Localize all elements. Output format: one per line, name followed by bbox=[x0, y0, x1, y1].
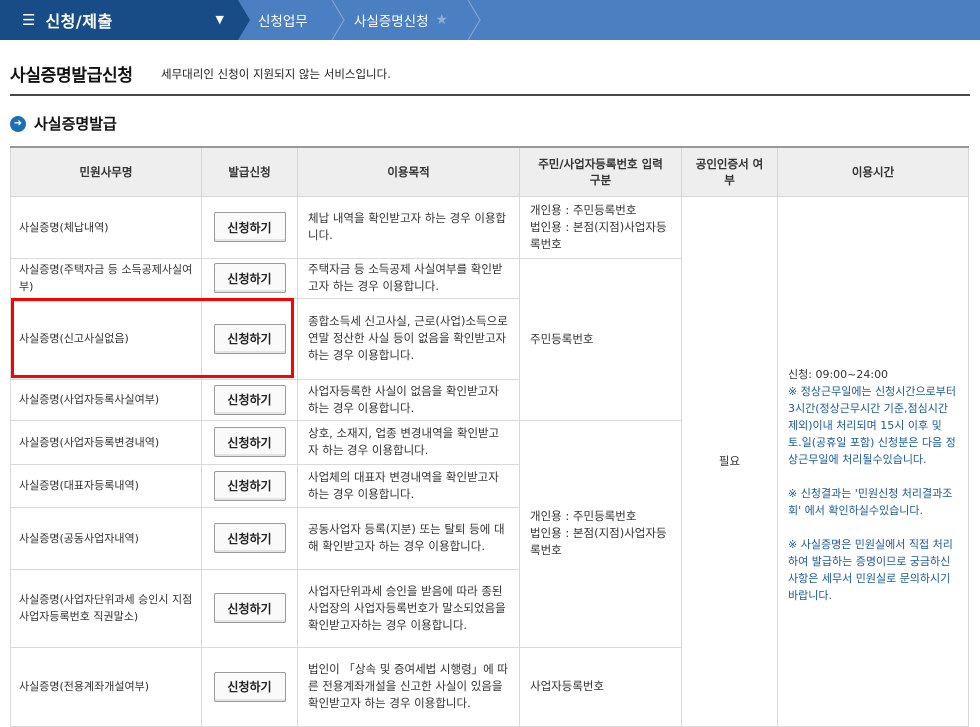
usage-hours: 신청: 09:00~24:00 bbox=[788, 368, 889, 381]
usage-time-cell: 신청: 09:00~24:00 ※ 정상근무일에는 신청시간으로부터 3시간(정… bbox=[777, 195, 969, 727]
service-name-link[interactable]: 사실증명(공동사업자내역) bbox=[10, 506, 202, 570]
column-header-apply: 발급신청 bbox=[201, 146, 298, 197]
service-name-link[interactable]: 사실증명(주택자금 등 소득공제사실여부) bbox=[10, 257, 202, 299]
title-divider bbox=[10, 94, 970, 96]
id-type-text: 주민등록번호 bbox=[519, 257, 682, 421]
apply-button[interactable]: 신청하기 bbox=[213, 470, 286, 501]
certificate-table: 민원사무명 발급신청 이용목적 주민/사업자등록번호 입력구분 공인인증서 여부… bbox=[10, 146, 969, 727]
column-header-purpose: 이용목적 bbox=[297, 146, 520, 197]
column-header-time: 이용시간 bbox=[777, 146, 969, 197]
hamburger-icon: ☰ bbox=[22, 11, 36, 29]
apply-button[interactable]: 신청하기 bbox=[213, 523, 286, 553]
purpose-text: 체납 내역을 확인받고자 하는 경우 이용합니다. bbox=[297, 195, 520, 259]
breadcrumb-label: 신청업무 bbox=[258, 14, 308, 30]
table-row: 사실증명(체납내역) 신청하기 체납 내역을 확인받고자 하는 경우 이용합니다… bbox=[10, 195, 969, 727]
top-navigation-bar: ☰ 신청/제출 ▼ 신청업무 사실증명신청 ★ bbox=[0, 0, 980, 40]
usage-note-processing: ※ 정상근무일에는 신청시간으로부터 3시간(정상근무시간 기준,점심시간 제외… bbox=[788, 385, 957, 466]
arrow-circle-icon: ➜ bbox=[10, 115, 26, 132]
purpose-text: 공동사업자 등록(지분) 또는 탈퇴 등에 대해 확인받고자 하는 경우 이용합… bbox=[297, 506, 520, 570]
usage-note-inquiry: ※ 사실증명은 민원실에서 직접 처리하여 발급하는 증명이므로 궁금하신 사항… bbox=[788, 538, 953, 602]
page-title: 사실증명발급신청 bbox=[10, 66, 133, 86]
breadcrumb-label: 사실증명신청 bbox=[354, 14, 429, 30]
certificate-required-text: 필요 bbox=[681, 195, 778, 727]
id-type-text: 개인용 : 주민등록번호 법인용 : 본점(지점)사업자등록번호 bbox=[519, 419, 682, 648]
purpose-text: 법인이 「상속 및 증여세법 시행령」에 따른 전용계좌개설을 신고한 사실이 … bbox=[297, 646, 520, 727]
chevron-down-icon: ▼ bbox=[215, 13, 224, 26]
column-header-name: 민원사무명 bbox=[10, 146, 202, 197]
apply-button[interactable]: 신청하기 bbox=[213, 427, 286, 457]
purpose-text: 종합소득세 신고사실, 근로(사업)소득으로 연말 정산한 사실 등이 없음을 … bbox=[297, 297, 520, 380]
column-header-id-type: 주민/사업자등록번호 입력구분 bbox=[519, 146, 682, 197]
breadcrumb-separator-icon bbox=[466, 0, 488, 40]
purpose-text: 상호, 소재지, 업종 변경내역을 확인받고자 하는 경우 이용합니다. bbox=[297, 419, 520, 465]
breadcrumb-item-apply-task[interactable]: 신청업무 bbox=[258, 0, 308, 40]
service-name-link[interactable]: 사실증명(대표자등록내역) bbox=[10, 463, 202, 508]
purpose-text: 사업자단위과세 승인을 받음에 따라 종된 사업장의 사업자등록번호가 말소되었… bbox=[297, 568, 520, 648]
purpose-text: 주택자금 등 소득공제 사실여부를 확인받고자 하는 경우 이용합니다. bbox=[297, 257, 520, 299]
service-name-link[interactable]: 사실증명(사업자등록사실여부) bbox=[10, 378, 202, 421]
apply-button[interactable]: 신청하기 bbox=[213, 384, 286, 415]
breadcrumb-item-fact-certificate[interactable]: 사실증명신청 ★ bbox=[354, 0, 448, 40]
main-menu-label: 신청/제출 bbox=[45, 12, 113, 31]
apply-button[interactable]: 신청하기 bbox=[213, 263, 286, 293]
breadcrumb-separator-icon bbox=[330, 0, 352, 40]
column-header-certificate: 공인인증서 여부 bbox=[681, 146, 778, 197]
page-subtitle: 세무대리인 신청이 지원되지 않는 서비스입니다. bbox=[161, 67, 391, 81]
purpose-text: 사업자등록한 사실이 없음을 확인받고자 하는 경우 이용합니다. bbox=[297, 378, 520, 421]
star-icon[interactable]: ★ bbox=[436, 12, 449, 28]
apply-button[interactable]: 신청하기 bbox=[213, 212, 286, 242]
table-header-row: 민원사무명 발급신청 이용목적 주민/사업자등록번호 입력구분 공인인증서 여부… bbox=[10, 146, 969, 197]
service-name-link[interactable]: 사실증명(체납내역) bbox=[10, 195, 202, 259]
apply-button[interactable]: 신청하기 bbox=[213, 323, 286, 354]
id-type-text: 사업자등록번호 bbox=[519, 646, 682, 727]
service-name-link[interactable]: 사실증명(사업자등록변경내역) bbox=[10, 419, 202, 465]
service-name-link[interactable]: 사실증명(신고사실없음) bbox=[10, 297, 202, 380]
main-menu-dropdown[interactable]: ☰ 신청/제출 ▼ bbox=[0, 0, 238, 40]
purpose-text: 사업체의 대표자 변경내역을 확인받고자 하는 경우 이용합니다. bbox=[297, 463, 520, 508]
service-name-link[interactable]: 사실증명(사업자단위과세 승인시 지점사업자등록번호 직권말소) bbox=[10, 568, 202, 648]
apply-button[interactable]: 신청하기 bbox=[213, 593, 286, 623]
apply-button[interactable]: 신청하기 bbox=[213, 671, 286, 702]
section-header: ➜ 사실증명발급 bbox=[10, 113, 117, 134]
service-name-link[interactable]: 사실증명(전용계좌개설여부) bbox=[10, 646, 202, 727]
breadcrumb-separator-icon bbox=[238, 0, 260, 40]
section-title: 사실증명발급 bbox=[34, 115, 117, 133]
usage-note-result: ※ 신청결과는 '민원신청 처리결과조회' 에서 확인하실수있습니다. bbox=[788, 487, 953, 517]
id-type-text: 개인용 : 주민등록번호 법인용 : 본점(지점)사업자등록번호 bbox=[519, 195, 682, 259]
